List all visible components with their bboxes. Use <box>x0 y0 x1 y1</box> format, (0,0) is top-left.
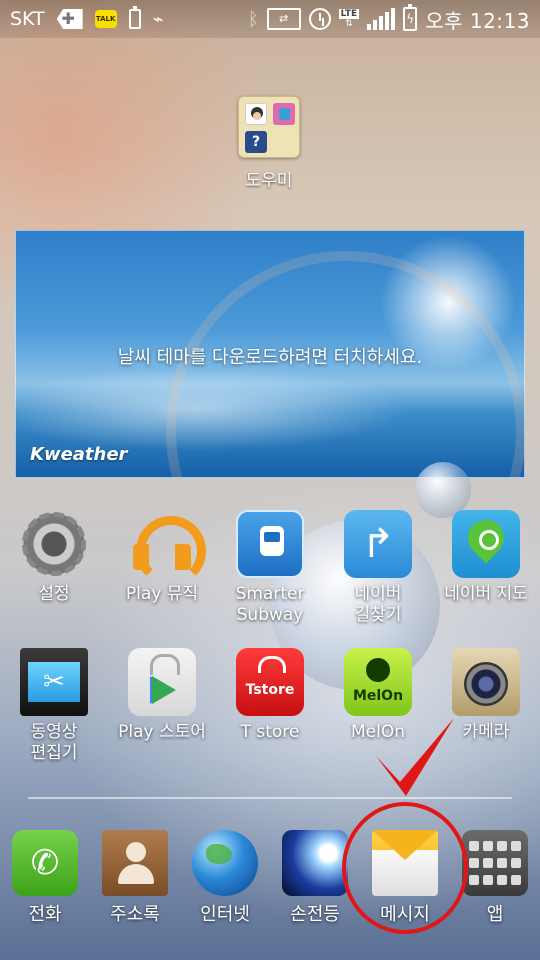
signal-icon <box>367 8 396 30</box>
dock-label: 앱 <box>486 904 504 925</box>
battery-icon <box>128 6 141 29</box>
app-video-editor[interactable]: ✂ 동영상 편집기 <box>0 648 108 764</box>
app-naver-map[interactable]: 네이버 지도 <box>432 510 540 605</box>
red-checkmark-annotation <box>376 718 454 796</box>
dock-label: 주소록 <box>110 904 160 925</box>
bluetooth-icon: ᛒ <box>247 8 259 30</box>
dock-phone[interactable]: ✆ 전화 <box>2 830 88 925</box>
flashlight-icon <box>282 830 348 896</box>
app-tstore[interactable]: Tstore T store <box>216 648 324 743</box>
app-naver-route[interactable]: ↱ 네이버 길찾기 <box>324 510 432 626</box>
subway-icon <box>236 510 304 578</box>
weather-message: 날씨 테마를 다운로드하려면 터치하세요. <box>117 347 423 368</box>
video-editor-icon: ✂ <box>20 648 88 716</box>
dock-internet[interactable]: 인터넷 <box>182 830 268 925</box>
red-circle-annotation <box>342 802 468 934</box>
app-play-music[interactable]: Play 뮤직 <box>108 510 216 605</box>
app-label: 설정 <box>38 584 70 604</box>
settings-icon <box>20 510 88 578</box>
naver-map-icon <box>452 510 520 578</box>
app-label: 동영상 편집기 <box>30 722 78 763</box>
folder-helper[interactable]: ? 도우미 <box>232 96 306 191</box>
guide-mini-icon <box>273 103 295 125</box>
kakaotalk-icon: TALK <box>94 10 117 28</box>
help-mini-icon: ? <box>245 131 267 153</box>
app-label: Smarter Subway <box>235 584 305 625</box>
app-label: T store <box>240 722 300 742</box>
app-label: Play 스토어 <box>118 722 206 742</box>
status-bar[interactable]: SKT ✚ TALK ⌁ ᛒ ⇄ LTE ⇅ ϟ 오후 12:13 <box>0 0 540 38</box>
phone-icon: ✆ <box>12 830 78 896</box>
app-label: 네이버 길찾기 <box>354 584 402 625</box>
naver-route-icon: ↱ <box>344 510 412 578</box>
contacts-icon <box>102 830 168 896</box>
dock-label: 전화 <box>28 904 62 925</box>
usb-icon: ⌁ <box>152 8 164 30</box>
tstore-icon: Tstore <box>236 648 304 716</box>
weather-widget[interactable]: 날씨 테마를 다운로드하려면 터치하세요. Kweather <box>15 230 525 478</box>
folder-label: 도우미 <box>245 171 293 191</box>
apps-grid-icon <box>462 830 528 896</box>
folder-icon[interactable]: ? <box>238 96 300 158</box>
melon-icon: MelOn <box>344 648 412 716</box>
avatar-mini-icon <box>245 103 267 125</box>
globe-icon <box>192 830 258 896</box>
dock-contacts[interactable]: 주소록 <box>92 830 178 925</box>
carrier-label: SKT <box>10 8 45 30</box>
clock: 오후 12:13 <box>425 8 530 33</box>
app-label: Play 뮤직 <box>125 584 199 604</box>
melon-icon-text: MelOn <box>352 688 404 704</box>
app-label: 네이버 지도 <box>444 584 528 604</box>
play-store-icon <box>128 648 196 716</box>
alarm-icon <box>308 8 331 30</box>
app-settings[interactable]: 설정 <box>0 510 108 605</box>
camera-icon <box>452 648 520 716</box>
tstore-icon-text: Tstore <box>245 682 295 698</box>
nfc-icon: ⇄ <box>266 8 301 30</box>
dock-label: 손전등 <box>290 904 340 925</box>
dock-label: 인터넷 <box>200 904 250 925</box>
lte-icon: LTE ⇅ <box>338 9 360 29</box>
kweather-logo: Kweather <box>30 444 128 465</box>
battery-charging-icon: ϟ <box>403 4 418 31</box>
lte-label: LTE <box>338 9 360 19</box>
app-smarter-subway[interactable]: Smarter Subway <box>216 510 324 626</box>
app-play-store[interactable]: Play 스토어 <box>108 648 216 743</box>
plus-icon: ✚ <box>56 9 83 29</box>
play-music-icon <box>128 510 206 586</box>
